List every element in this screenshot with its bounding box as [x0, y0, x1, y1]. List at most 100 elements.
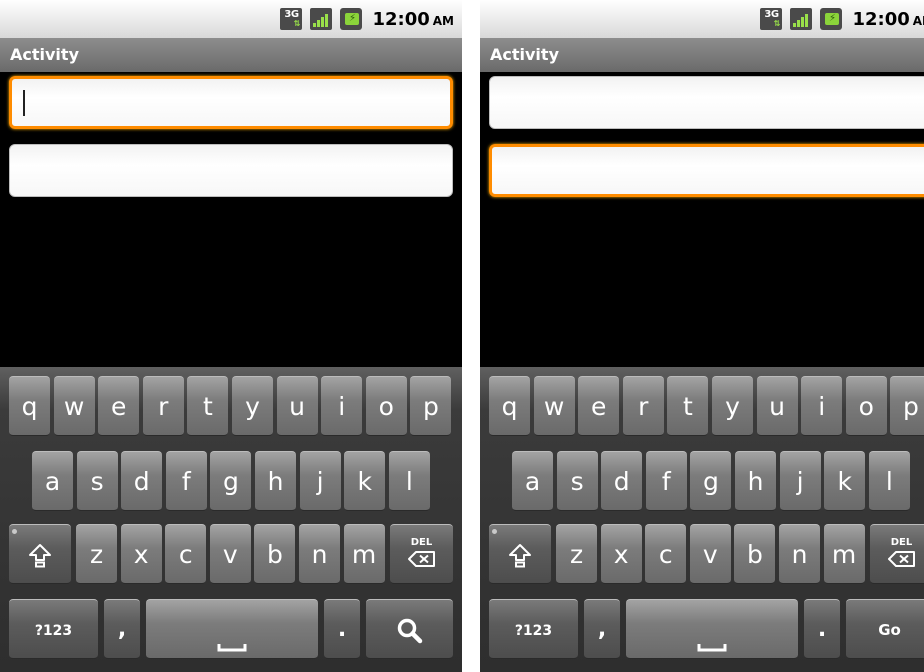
- key-e[interactable]: e: [98, 376, 140, 436]
- key-l[interactable]: l: [388, 451, 430, 511]
- key-d[interactable]: d: [121, 451, 163, 511]
- key-w[interactable]: w: [533, 376, 575, 436]
- key-g[interactable]: g: [210, 451, 252, 511]
- status-bar: 3G⇅ ⚡ 12:00AM: [480, 0, 924, 38]
- key-n[interactable]: n: [779, 524, 820, 584]
- caps-indicator: [492, 529, 497, 534]
- signal-strength-icon: [790, 8, 813, 30]
- clock-ampm: AM: [432, 13, 454, 28]
- period-key[interactable]: .: [324, 599, 360, 659]
- key-o[interactable]: o: [365, 376, 407, 436]
- key-label: o: [858, 392, 874, 421]
- symbols-key[interactable]: ?123: [9, 599, 98, 659]
- key-i[interactable]: i: [321, 376, 363, 436]
- key-f[interactable]: f: [645, 451, 687, 511]
- key-label: n: [791, 540, 808, 569]
- key-n[interactable]: n: [299, 524, 340, 584]
- key-j[interactable]: j: [779, 451, 821, 511]
- key-m[interactable]: m: [343, 524, 385, 584]
- signal-strength-icon: [310, 8, 333, 30]
- comma-key[interactable]: ,: [584, 599, 620, 659]
- action-key[interactable]: Go: [846, 599, 924, 659]
- text-field-1[interactable]: [489, 76, 924, 129]
- key-label: u: [289, 392, 306, 421]
- comma-label: ,: [597, 617, 607, 642]
- key-t[interactable]: t: [667, 376, 709, 436]
- caps-indicator: [12, 529, 17, 534]
- key-t[interactable]: t: [187, 376, 229, 436]
- key-r[interactable]: r: [142, 376, 184, 436]
- key-u[interactable]: u: [276, 376, 318, 436]
- key-h[interactable]: h: [735, 451, 776, 511]
- key-g[interactable]: g: [690, 451, 732, 511]
- space-key[interactable]: [146, 599, 318, 659]
- key-o[interactable]: o: [845, 376, 887, 436]
- key-p[interactable]: p: [890, 376, 924, 436]
- key-label: f: [661, 467, 671, 496]
- text-field-1[interactable]: [9, 76, 453, 129]
- key-x[interactable]: x: [600, 524, 642, 584]
- key-i[interactable]: i: [801, 376, 843, 436]
- key-z[interactable]: z: [556, 524, 597, 584]
- key-z[interactable]: z: [76, 524, 117, 584]
- key-r[interactable]: r: [622, 376, 664, 436]
- key-w[interactable]: w: [53, 376, 95, 436]
- space-key[interactable]: [626, 599, 798, 659]
- key-label: s: [570, 467, 584, 496]
- key-s[interactable]: s: [556, 451, 598, 511]
- key-c[interactable]: c: [165, 524, 207, 584]
- key-f[interactable]: f: [165, 451, 207, 511]
- comma-key[interactable]: ,: [104, 599, 140, 659]
- period-label: .: [817, 617, 827, 642]
- delete-key[interactable]: DEL: [870, 524, 924, 584]
- key-q[interactable]: q: [9, 376, 50, 436]
- key-y[interactable]: y: [232, 376, 273, 436]
- shift-key[interactable]: [9, 524, 71, 584]
- key-u[interactable]: u: [756, 376, 798, 436]
- action-key[interactable]: [366, 599, 453, 659]
- key-v[interactable]: v: [209, 524, 251, 584]
- key-b[interactable]: b: [734, 524, 776, 584]
- text-field-2[interactable]: [489, 144, 924, 197]
- delete-key[interactable]: DEL: [390, 524, 453, 584]
- key-label: g: [702, 467, 719, 496]
- key-q[interactable]: q: [489, 376, 530, 436]
- key-m[interactable]: m: [823, 524, 865, 584]
- clock: 12:00AM: [372, 9, 454, 30]
- key-b[interactable]: b: [254, 524, 296, 584]
- key-label: x: [133, 540, 149, 569]
- key-j[interactable]: j: [299, 451, 341, 511]
- key-label: r: [638, 392, 649, 421]
- key-a[interactable]: a: [32, 451, 73, 511]
- shift-key[interactable]: [489, 524, 551, 584]
- key-e[interactable]: e: [578, 376, 620, 436]
- key-a[interactable]: a: [512, 451, 553, 511]
- key-label: v: [222, 540, 238, 569]
- key-label: v: [702, 540, 718, 569]
- text-field-2[interactable]: [9, 144, 453, 197]
- key-label: a: [524, 467, 541, 496]
- go-label: Go: [878, 621, 901, 639]
- key-v[interactable]: v: [689, 524, 731, 584]
- key-y[interactable]: y: [712, 376, 753, 436]
- shift-icon: [508, 543, 532, 569]
- key-label: m: [831, 540, 857, 569]
- key-s[interactable]: s: [76, 451, 118, 511]
- period-key[interactable]: .: [804, 599, 840, 659]
- key-l[interactable]: l: [868, 451, 910, 511]
- symbols-key[interactable]: ?123: [489, 599, 578, 659]
- key-label: x: [613, 540, 629, 569]
- key-label: a: [44, 467, 61, 496]
- soft-keyboard: q w e r t y u i o p a s d f g h j k l z x c v b n m DEL ?123,. Go: [480, 367, 924, 672]
- key-x[interactable]: x: [120, 524, 162, 584]
- key-h[interactable]: h: [255, 451, 296, 511]
- key-k[interactable]: k: [824, 451, 866, 511]
- key-c[interactable]: c: [645, 524, 687, 584]
- key-p[interactable]: p: [410, 376, 452, 436]
- key-k[interactable]: k: [344, 451, 386, 511]
- key-label: u: [769, 392, 786, 421]
- key-label: h: [747, 467, 764, 496]
- clock: 12:00AM: [852, 9, 924, 30]
- key-d[interactable]: d: [601, 451, 643, 511]
- phone-screen-left: 3G ⇅ ⚡ 12:00 AM Activity qwe r t yu i op asd f gh j…: [0, 0, 462, 672]
